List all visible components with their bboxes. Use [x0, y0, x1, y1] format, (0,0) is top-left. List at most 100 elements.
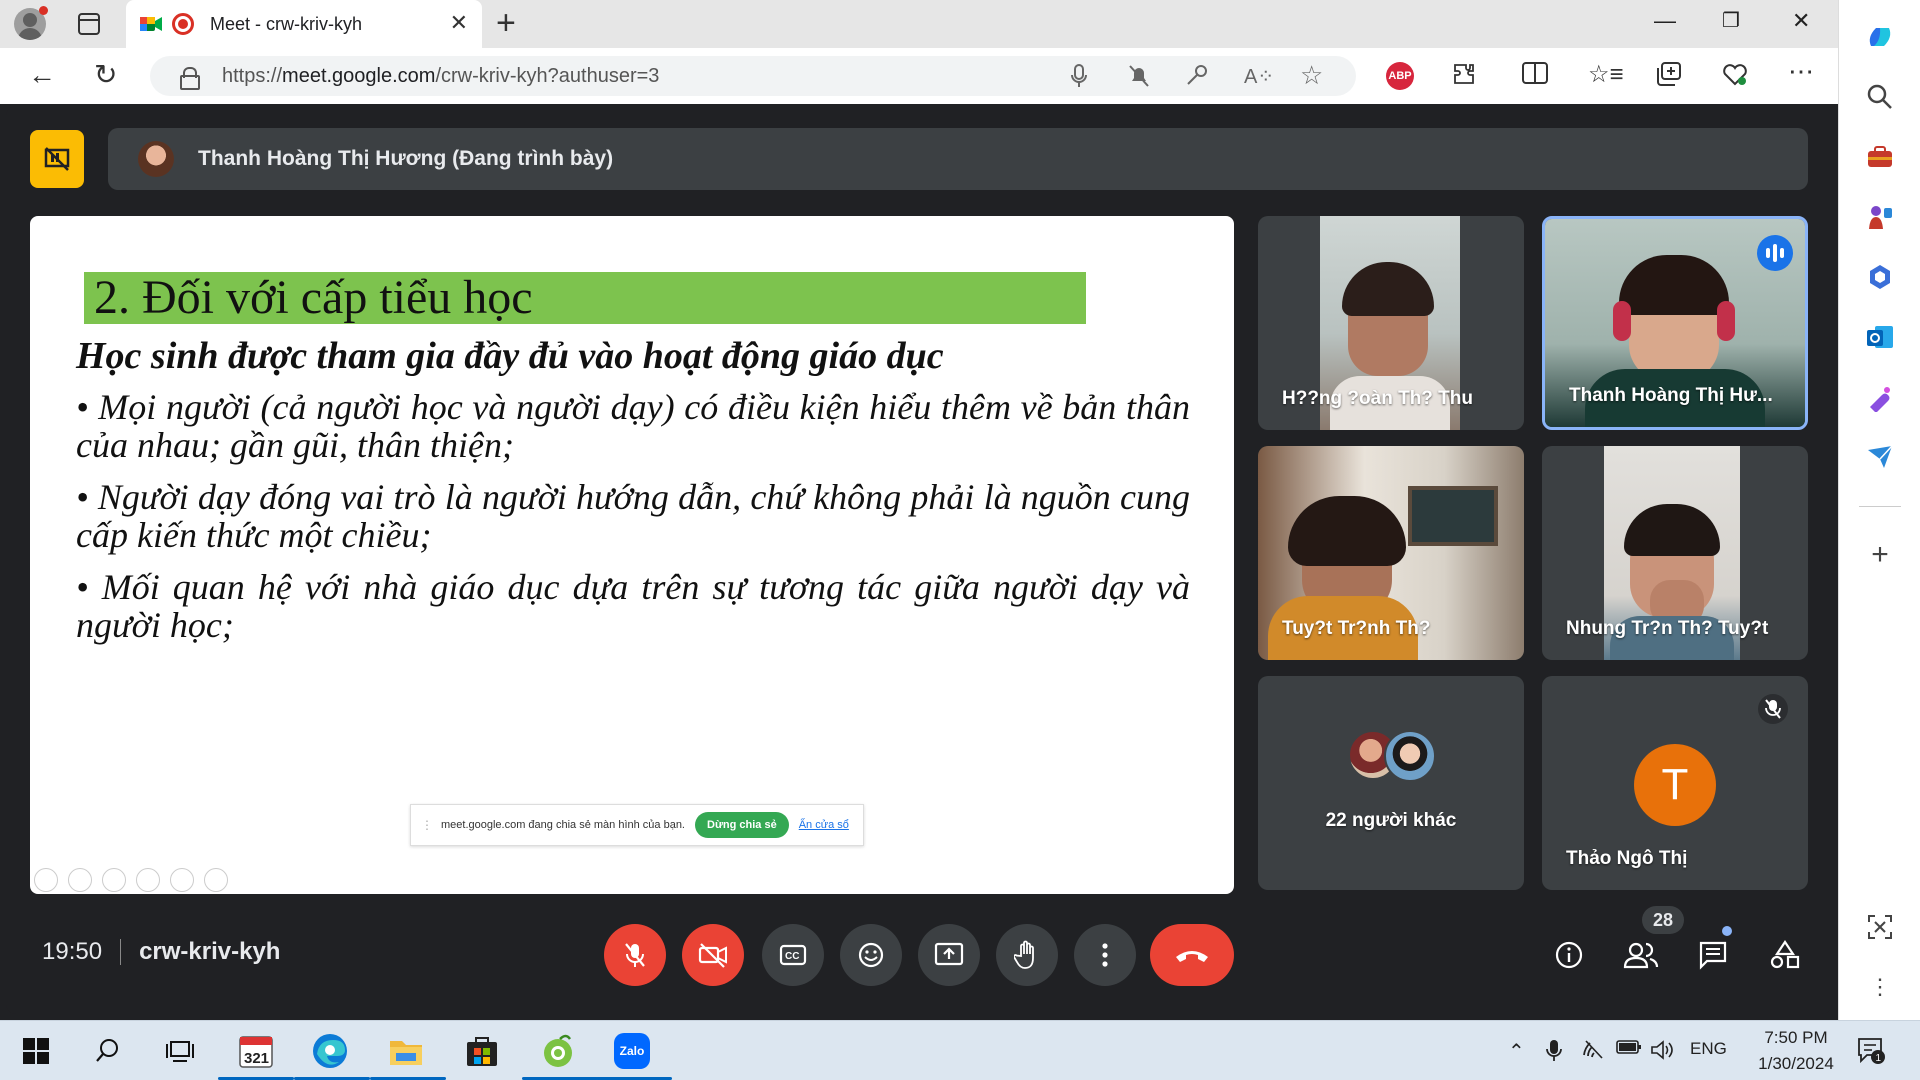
hide-window-link[interactable]: Ẩn cửa sổ	[799, 819, 849, 831]
participant-tile[interactable]: H??ng ?oàn Th? Thu	[1258, 216, 1524, 430]
address-toolbar: ← ↻ https://meet.google.com/crw-kriv-kyh…	[0, 48, 1838, 104]
favorites-icon[interactable]: ☆≡	[1588, 62, 1624, 88]
new-tab-button[interactable]: +	[496, 6, 516, 40]
participant-tile-active-speaker[interactable]: Thanh Hoàng Thị Hư...	[1542, 216, 1808, 430]
leave-call-button[interactable]	[1150, 924, 1234, 986]
emoji-icon	[858, 942, 884, 968]
participant-name: Nhung Tr?n Th? Tuy?t	[1566, 618, 1769, 639]
reactions-button[interactable]	[840, 924, 902, 986]
edge-browser-icon[interactable]	[310, 1031, 350, 1071]
zoom-icon[interactable]	[170, 868, 194, 892]
microphone-tray-icon[interactable]	[1546, 1039, 1562, 1068]
add-sidebar-app-icon[interactable]: +	[1865, 540, 1895, 570]
back-icon[interactable]: ←	[28, 60, 56, 90]
other-participants-tile[interactable]: 22 người khác	[1258, 676, 1524, 890]
search-icon[interactable]	[1865, 82, 1895, 112]
svg-text:1: 1	[1876, 1053, 1882, 1064]
pen-icon[interactable]	[102, 868, 126, 892]
search-icon[interactable]	[88, 1031, 128, 1071]
favorite-star-icon[interactable]: ☆	[1300, 60, 1323, 91]
participant-name: Thanh Hoàng Thị Hư...	[1569, 385, 1773, 406]
coccoc-browser-icon[interactable]	[538, 1031, 578, 1071]
captions-button[interactable]: CC	[762, 924, 824, 986]
camera-toggle-button[interactable]	[682, 924, 744, 986]
split-screen-icon[interactable]	[1522, 62, 1548, 90]
more-slide-options-icon[interactable]	[204, 868, 228, 892]
slides-grid-icon[interactable]	[136, 868, 160, 892]
battery-icon[interactable]	[1616, 1039, 1642, 1060]
stop-sharing-button[interactable]: Dừng chia sẻ	[695, 812, 789, 838]
other-participants-label: 22 người khác	[1325, 810, 1457, 831]
lock-icon[interactable]	[180, 67, 200, 90]
key-icon[interactable]	[1186, 64, 1208, 92]
url-path: /crw-kriv-kyh?authuser=3	[435, 65, 660, 87]
participant-tile[interactable]: T Thảo Ngô Thị	[1542, 676, 1808, 890]
participant-tile[interactable]: Nhung Tr?n Th? Tuy?t	[1542, 446, 1808, 660]
presentation-off-icon	[44, 147, 70, 171]
task-view-icon[interactable]	[160, 1031, 200, 1071]
refresh-icon[interactable]: ↻	[94, 60, 117, 90]
notifications-blocked-icon[interactable]	[1128, 64, 1150, 94]
participant-avatar: T	[1634, 744, 1716, 826]
slide-title: 2. Đối với cấp tiểu học	[84, 272, 1086, 324]
screenshot-icon[interactable]	[1865, 912, 1895, 942]
restore-icon[interactable]: ❐	[1722, 8, 1740, 33]
start-icon[interactable]	[16, 1031, 56, 1071]
tab-actions-icon[interactable]	[78, 13, 100, 35]
url-host: meet.google.com	[282, 65, 436, 87]
read-aloud-icon[interactable]: A⁘	[1244, 64, 1274, 89]
outlook-icon[interactable]	[1865, 322, 1895, 352]
info-icon	[1555, 941, 1583, 969]
notifications-icon[interactable]: 1	[1856, 1035, 1886, 1070]
url-text[interactable]: https://meet.google.com/crw-kriv-kyh?aut…	[222, 65, 659, 88]
meeting-code: crw-kriv-kyh	[139, 938, 281, 965]
wifi-icon[interactable]	[1582, 1039, 1606, 1064]
raise-hand-button[interactable]	[996, 924, 1058, 986]
minimize-icon[interactable]: —	[1654, 8, 1676, 34]
address-bar[interactable]: https://meet.google.com/crw-kriv-kyh?aut…	[150, 56, 1356, 96]
show-hidden-icons-icon[interactable]: ⌃	[1508, 1039, 1525, 1064]
raise-hand-icon	[1014, 940, 1034, 969]
microsoft-store-icon[interactable]	[462, 1031, 502, 1071]
copilot-icon[interactable]	[1865, 22, 1895, 52]
meeting-info-button[interactable]	[1546, 932, 1592, 978]
file-explorer-icon[interactable]	[386, 1031, 426, 1071]
volume-icon[interactable]	[1650, 1039, 1676, 1066]
chat-icon	[1699, 941, 1727, 970]
clock-time: 7:50 PM	[1764, 1028, 1828, 1047]
send-icon[interactable]	[1865, 442, 1895, 472]
more-vert-icon	[1102, 943, 1108, 967]
sidebar-settings-icon[interactable]: ⋮	[1865, 972, 1895, 1002]
chat-button[interactable]	[1690, 932, 1736, 978]
system-clock[interactable]: 7:50 PM 1/30/2024	[1748, 1025, 1844, 1077]
tools-icon[interactable]	[1865, 142, 1895, 172]
microsoft-365-icon[interactable]	[1865, 262, 1895, 292]
next-slide-icon[interactable]	[68, 868, 92, 892]
designer-icon[interactable]	[1865, 382, 1895, 413]
presentation-badge[interactable]	[30, 130, 84, 188]
more-options-icon[interactable]: ⋯	[1788, 58, 1814, 84]
microphone-icon[interactable]	[1070, 64, 1088, 94]
microphone-toggle-button[interactable]	[604, 924, 666, 986]
activities-button[interactable]	[1762, 932, 1808, 978]
extensions-icon[interactable]	[1452, 62, 1476, 92]
participant-tile[interactable]: Tuy?t Tr?nh Th?	[1258, 446, 1524, 660]
drag-handle-icon[interactable]: ⋮	[421, 818, 433, 832]
tab-meet[interactable]: Meet - crw-kriv-kyh ✕	[126, 0, 482, 48]
participant-count-badge: 28	[1642, 906, 1684, 934]
adblock-plus-icon[interactable]: ABP	[1386, 62, 1414, 90]
close-window-icon[interactable]: ✕	[1792, 8, 1810, 34]
recording-icon	[172, 13, 194, 35]
input-language[interactable]: ENG	[1690, 1039, 1727, 1059]
people-button[interactable]	[1618, 932, 1664, 978]
calendar-app-icon[interactable]: 321	[236, 1031, 276, 1071]
browser-essentials-icon[interactable]	[1722, 62, 1748, 92]
previous-slide-icon[interactable]	[34, 868, 58, 892]
games-icon[interactable]	[1865, 202, 1895, 232]
zalo-icon[interactable]: Zalo	[612, 1031, 652, 1071]
more-options-button[interactable]	[1074, 924, 1136, 986]
shared-screen: 2. Đối với cấp tiểu học Học sinh được th…	[30, 216, 1234, 894]
present-button[interactable]	[918, 924, 980, 986]
collections-icon[interactable]	[1656, 62, 1682, 92]
close-tab-icon[interactable]: ✕	[450, 12, 468, 34]
